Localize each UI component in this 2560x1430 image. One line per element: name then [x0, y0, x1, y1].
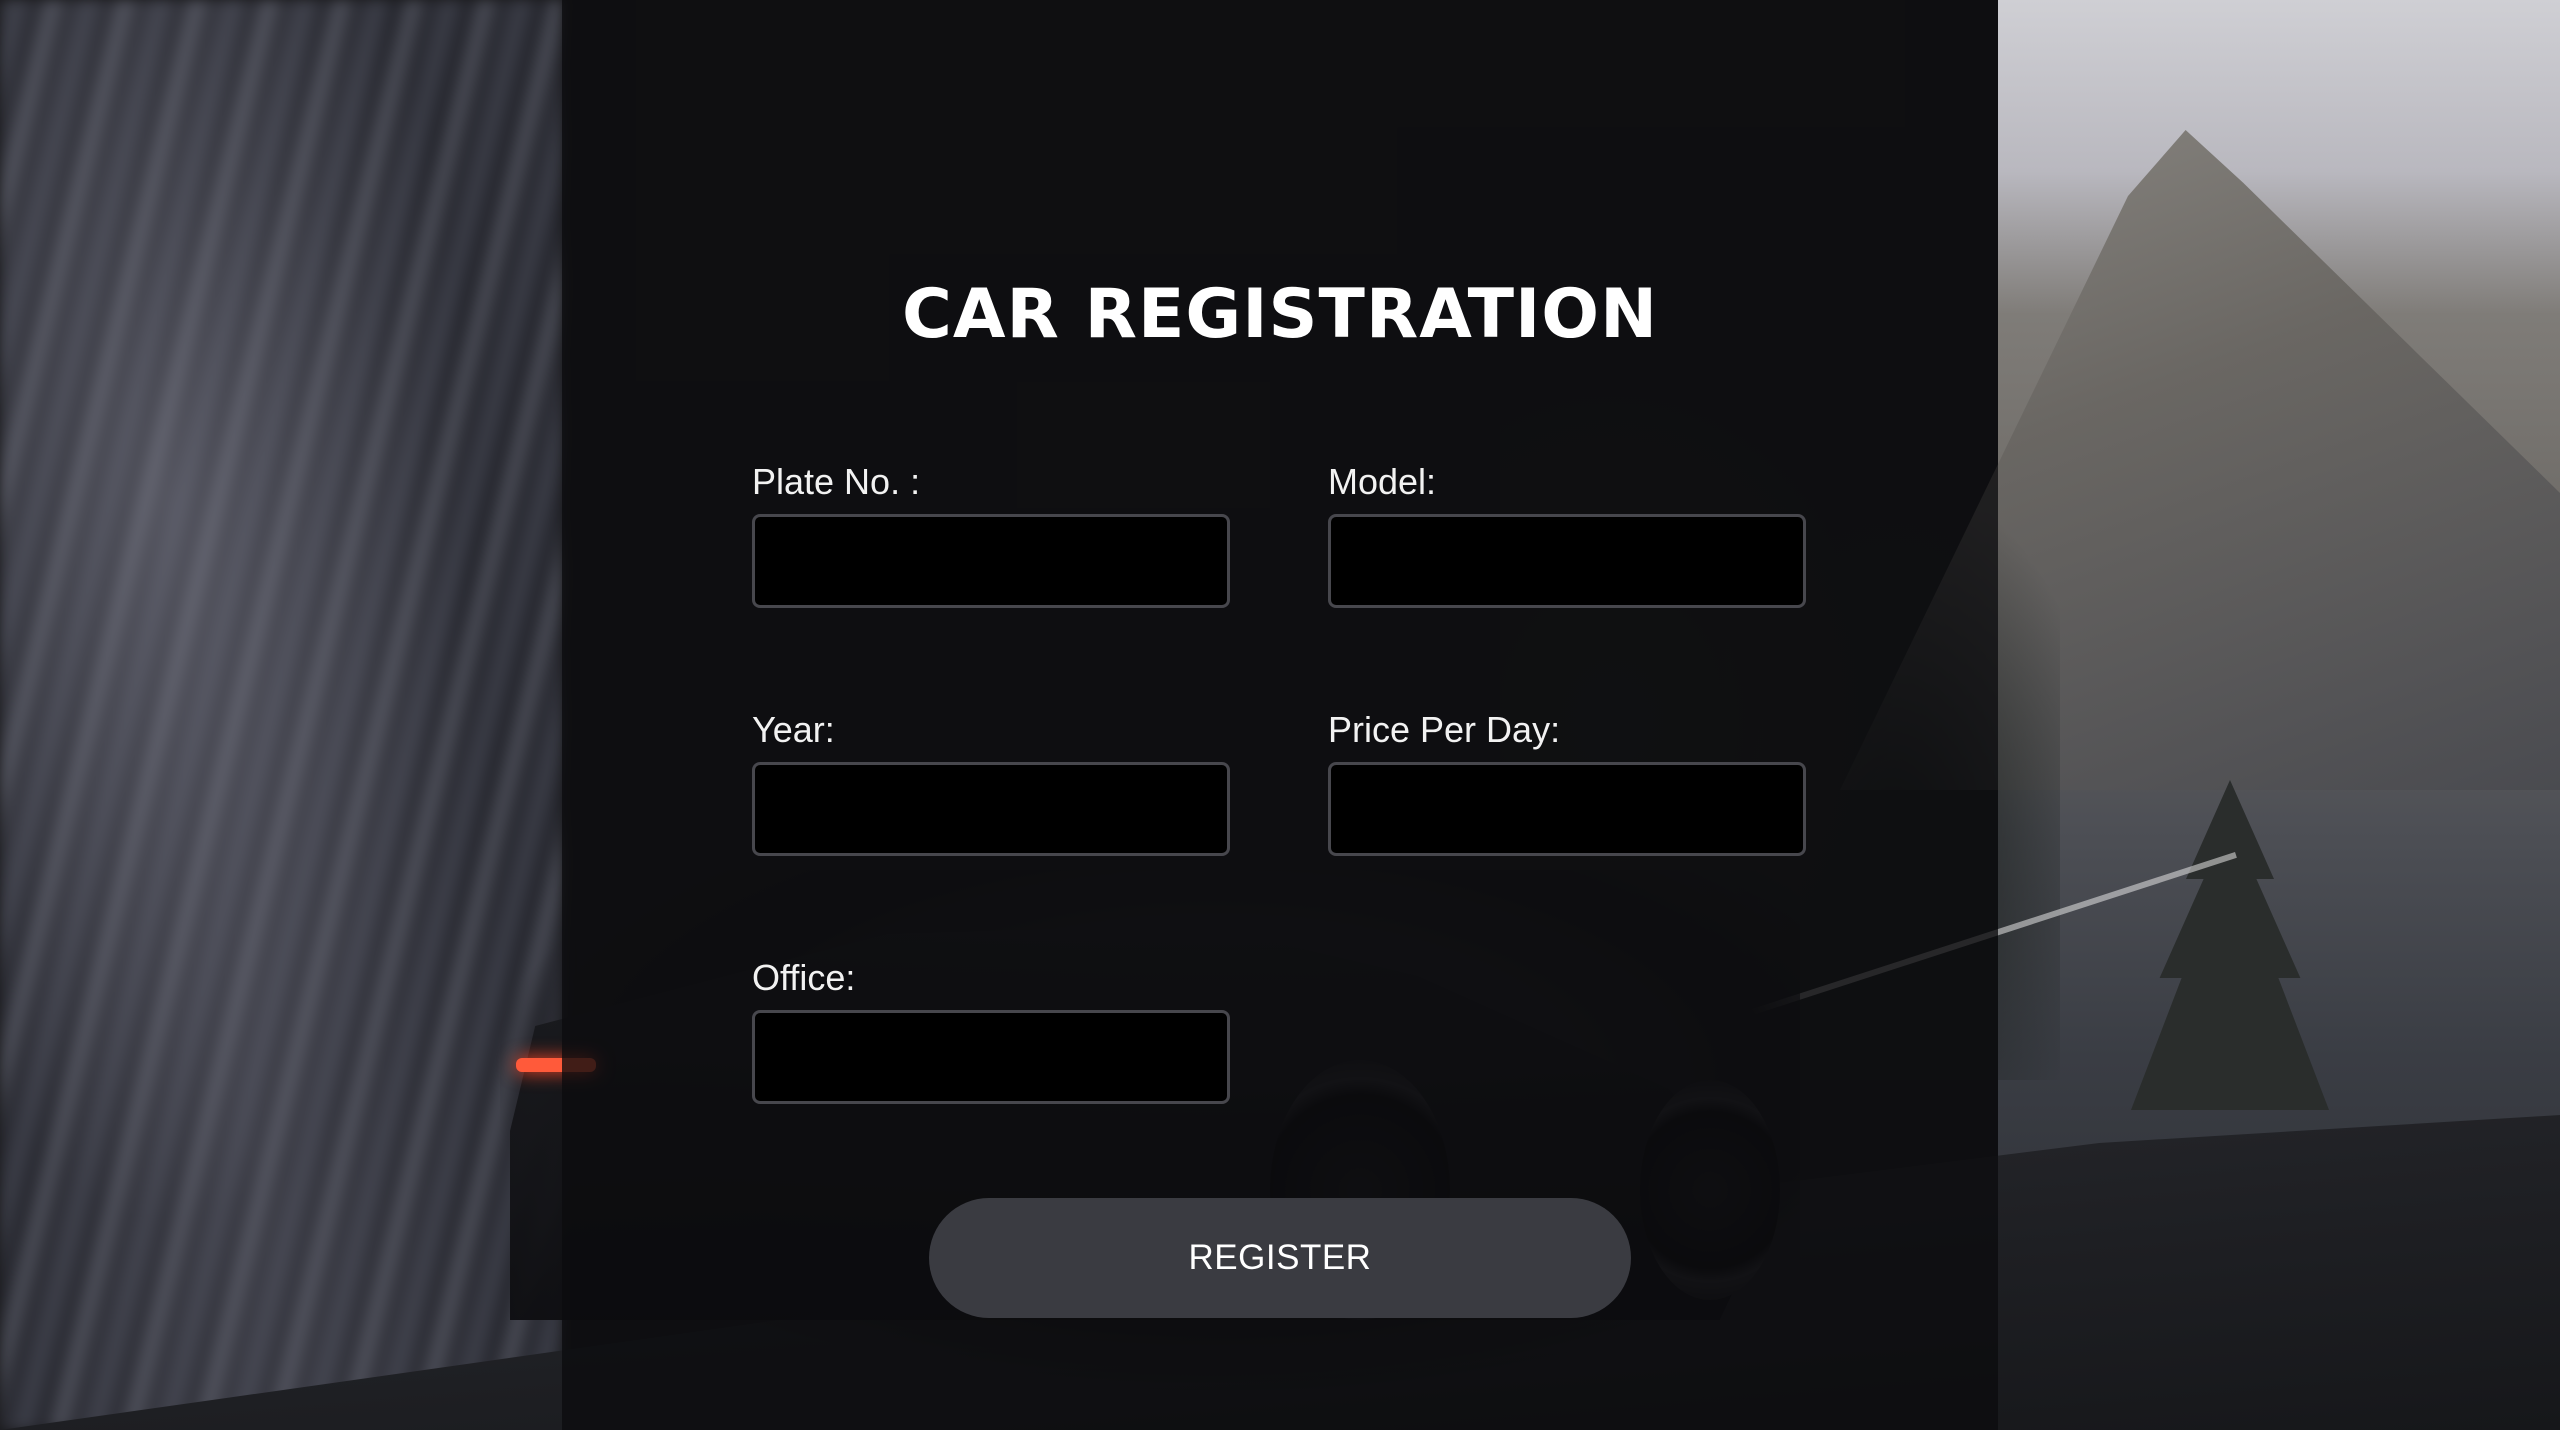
plate-no-label: Plate No. : — [752, 461, 921, 502]
office-field: Office: — [752, 956, 1230, 1104]
year-field: Year: — [752, 708, 1230, 856]
price-per-day-label: Price Per Day: — [1328, 709, 1561, 750]
plate-no-input[interactable] — [752, 514, 1230, 608]
year-input[interactable] — [752, 762, 1230, 856]
price-per-day-input[interactable] — [1328, 762, 1806, 856]
page-title: CAR REGISTRATION — [902, 275, 1658, 354]
model-input[interactable] — [1328, 514, 1806, 608]
office-input[interactable] — [752, 1010, 1230, 1104]
office-label: Office: — [752, 957, 856, 998]
model-field: Model: — [1328, 460, 1806, 608]
price-per-day-field: Price Per Day: — [1328, 708, 1806, 856]
model-label: Model: — [1328, 461, 1437, 502]
register-button[interactable]: REGISTER — [929, 1198, 1631, 1318]
blurred-cliff — [0, 0, 562, 1430]
plate-no-field: Plate No. : — [752, 460, 1230, 608]
year-label: Year: — [752, 709, 835, 750]
